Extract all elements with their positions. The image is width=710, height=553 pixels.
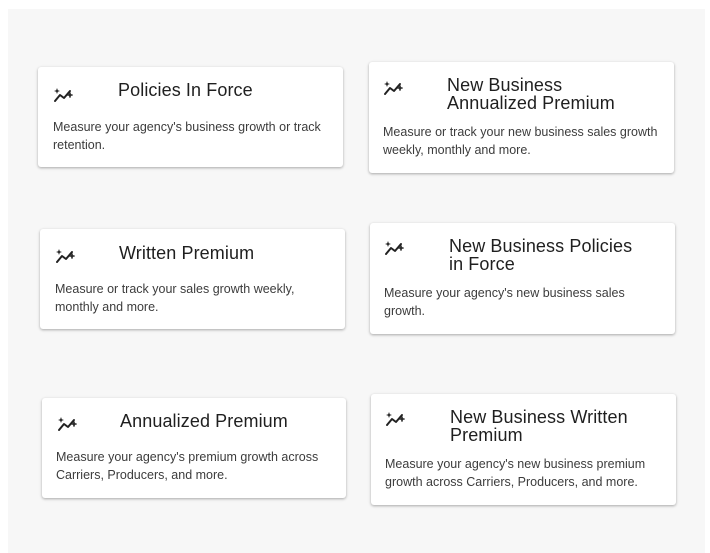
card-policies-in-force[interactable]: Policies In Force Measure your agency's … [38, 67, 343, 167]
card-title: New Business Annualized Premium [447, 75, 615, 113]
card-description: Measure your agency's new business premi… [385, 457, 646, 489]
trending-sparkle-icon [383, 79, 405, 97]
trending-sparkle-icon [53, 86, 75, 104]
card-description: Measure or track your sales growth weekl… [55, 282, 295, 314]
trending-sparkle-icon [385, 410, 407, 428]
trending-sparkle-icon [57, 415, 79, 433]
trending-sparkle-icon [384, 239, 406, 257]
card-title: New Business Policies in Force [449, 236, 633, 274]
card-description: Measure or track your new business sales… [383, 125, 658, 157]
card-description: Measure your agency's new business sales… [384, 286, 625, 318]
card-description: Measure your agency's business growth or… [53, 120, 321, 152]
card-new-business-annualized-premium[interactable]: New Business Annualized Premium Measure … [369, 62, 674, 173]
card-new-business-policies-in-force[interactable]: New Business Policies in Force Measure y… [370, 223, 675, 334]
card-title: Written Premium [119, 243, 255, 263]
card-title: Annualized Premium [120, 411, 288, 431]
trending-sparkle-icon [55, 247, 77, 265]
card-description: Measure your agency's premium growth acr… [56, 450, 319, 482]
card-annualized-premium[interactable]: Annualized Premium Measure your agency's… [42, 398, 346, 498]
card-title: Policies In Force [118, 80, 253, 100]
card-written-premium[interactable]: Written Premium Measure or track your sa… [40, 229, 345, 329]
card-title: New Business Written Premium [450, 407, 628, 445]
card-new-business-written-premium[interactable]: New Business Written Premium Measure you… [371, 394, 676, 505]
